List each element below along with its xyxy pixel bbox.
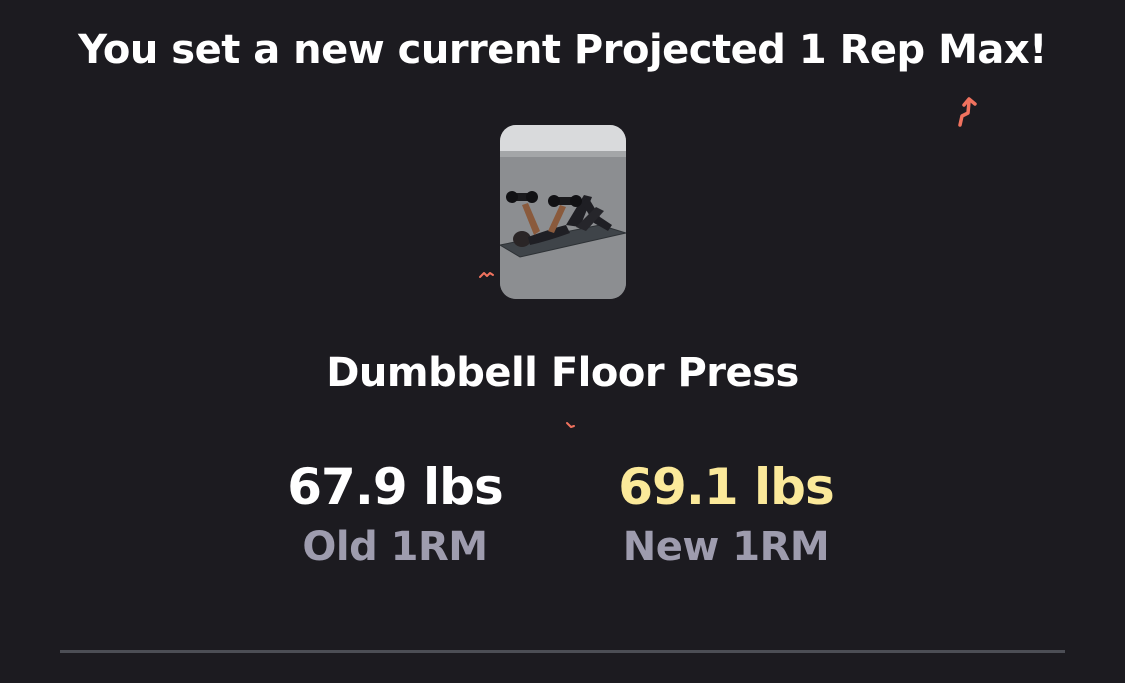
confetti-arrow-icon (958, 97, 977, 127)
confetti-squiggle-icon (479, 272, 494, 278)
section-divider (60, 650, 1065, 653)
new-1rm-stat: 69.1 lbs New 1RM (576, 452, 876, 572)
headline: You set a new current Projected 1 Rep Ma… (78, 27, 1047, 73)
exercise-thumbnail[interactable] (500, 125, 626, 299)
new-1rm-label: New 1RM (622, 524, 830, 570)
confetti-dash-icon (566, 422, 575, 428)
new-1rm-value: 69.1 lbs (618, 458, 834, 516)
old-1rm-label: Old 1RM (302, 524, 488, 570)
exercise-name: Dumbbell Floor Press (326, 350, 799, 396)
pr-celebration-screen: You set a new current Projected 1 Rep Ma… (0, 0, 1125, 683)
old-1rm-stat: 67.9 lbs Old 1RM (245, 452, 545, 572)
old-1rm-value: 67.9 lbs (287, 458, 503, 516)
